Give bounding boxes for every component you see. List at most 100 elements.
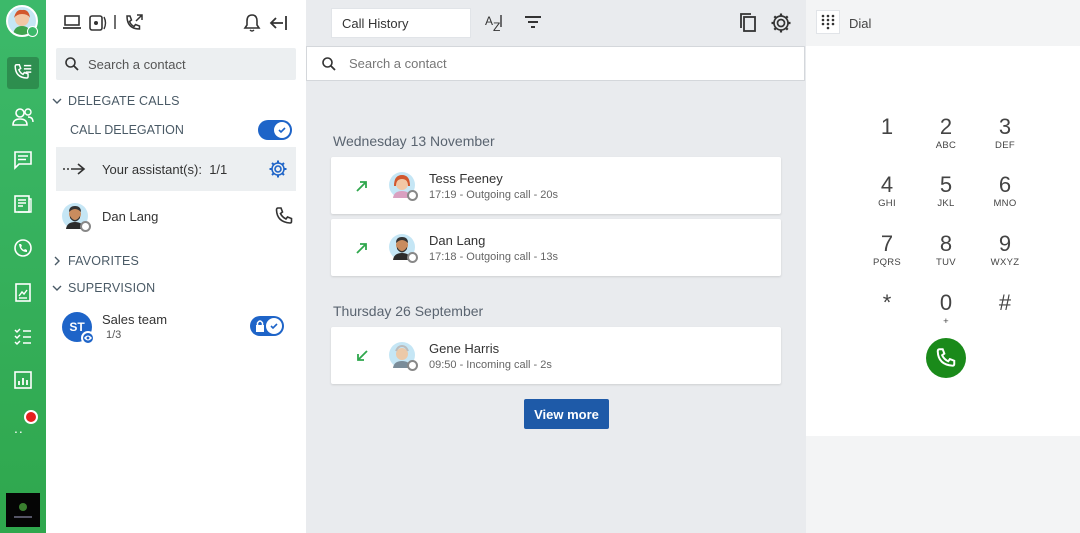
- dial-key-0[interactable]: 0 +: [921, 290, 971, 328]
- assistant-row[interactable]: Your assistant(s): 1/1: [56, 147, 296, 191]
- avatar: [389, 172, 418, 201]
- dial-key-9[interactable]: 9 WXYZ: [980, 231, 1030, 269]
- call-delegation-label: CALL DELEGATION: [70, 123, 184, 137]
- dial-key-7[interactable]: 7 PQRS: [862, 231, 912, 269]
- section-title: DELEGATE CALLS: [68, 94, 180, 108]
- supervision-section[interactable]: SUPERVISION: [52, 281, 155, 295]
- call-history-item[interactable]: Tess Feeney 17:19 - Outgoing call - 20s: [331, 157, 781, 214]
- dial-key-1[interactable]: 1: [862, 114, 912, 140]
- presence-offline-icon: [80, 221, 91, 232]
- call-button[interactable]: [926, 338, 966, 378]
- chevron-down-icon: [52, 98, 62, 104]
- dial-key-2[interactable]: 2 ABC: [921, 114, 971, 152]
- rail-chat-button[interactable]: [7, 144, 39, 176]
- copy-icon[interactable]: [738, 12, 758, 34]
- rail-phone-settings-button[interactable]: [7, 232, 39, 264]
- contact-search[interactable]: [56, 48, 296, 80]
- presence-offline-icon: [407, 252, 418, 263]
- avatar: [62, 203, 91, 232]
- phone-icon: [936, 348, 956, 367]
- rail-analytics-button[interactable]: [7, 364, 39, 396]
- dial-key-5[interactable]: 5 JKL: [921, 172, 971, 210]
- call-history-search[interactable]: [306, 46, 805, 81]
- outgoing-call-icon: [356, 243, 367, 254]
- section-title: FAVORITES: [68, 254, 140, 268]
- caller-name: Gene Harris: [429, 341, 500, 356]
- phone-settings-icon: [14, 239, 32, 257]
- dialpad-title: Dial: [849, 16, 872, 31]
- team-count: 1/3: [106, 329, 122, 341]
- view-select[interactable]: Call History: [331, 8, 471, 38]
- dial-key-6[interactable]: 6 MNO: [980, 172, 1030, 210]
- chevron-right-icon: [54, 256, 60, 266]
- section-title: SUPERVISION: [68, 281, 156, 295]
- collapse-panel-icon[interactable]: [268, 13, 290, 33]
- call-history-item[interactable]: Gene Harris 09:50 - Incoming call - 2s: [331, 327, 781, 384]
- search-input[interactable]: [88, 56, 288, 72]
- call-list-icon: [14, 64, 32, 79]
- rail-call-list-button[interactable]: [7, 57, 39, 89]
- delegate-contact-row[interactable]: Dan Lang: [62, 200, 296, 232]
- dial-key-star[interactable]: *: [862, 290, 912, 316]
- dialpad-grid-icon[interactable]: [816, 10, 840, 34]
- rail-contacts-button[interactable]: [7, 101, 39, 133]
- dial-key-3[interactable]: 3 DEF: [980, 114, 1030, 152]
- call-delegation-toggle[interactable]: [258, 120, 292, 140]
- call-contact-button[interactable]: [274, 206, 294, 226]
- view-more-button[interactable]: View more: [524, 399, 609, 429]
- outgoing-call-icon: [356, 181, 367, 192]
- left-rail: ..: [0, 0, 46, 533]
- lock-icon: [256, 320, 264, 332]
- assistant-label: Your assistant(s):: [102, 161, 202, 177]
- check-icon: [270, 323, 278, 330]
- favorites-section[interactable]: FAVORITES: [52, 254, 139, 268]
- dial-key-8[interactable]: 8 TUV: [921, 231, 971, 269]
- bell-icon[interactable]: [243, 13, 261, 33]
- check-icon: [278, 127, 286, 134]
- call-details: 09:50 - Incoming call - 2s: [429, 359, 552, 371]
- presence-offline-icon: [407, 190, 418, 201]
- dial-key-4[interactable]: 4 GHI: [862, 172, 912, 210]
- call-forward-icon[interactable]: [124, 13, 144, 33]
- dial-key-hash[interactable]: #: [980, 290, 1030, 316]
- company-logo: [6, 493, 40, 527]
- dialpad-header: Dial: [806, 0, 1080, 46]
- toolbar: Call History AZ: [306, 0, 806, 46]
- team-avatar: ST: [62, 312, 95, 345]
- avatar: [389, 342, 418, 371]
- caller-name: Tess Feeney: [429, 171, 503, 186]
- contact-name: Dan Lang: [102, 208, 159, 224]
- filter-icon[interactable]: [523, 13, 543, 31]
- call-details: 17:19 - Outgoing call - 20s: [429, 189, 559, 201]
- team-row[interactable]: ST Sales team 1/3: [62, 310, 296, 346]
- call-history-panel: Call History AZ Wednesday 13 November Te…: [306, 0, 806, 533]
- supervision-toggle[interactable]: [250, 316, 284, 336]
- svg-text:Z: Z: [493, 20, 500, 34]
- dialpad: 1 2 ABC 3 DEF 4 GHI 5 JKL 6 MNO 7 PQRS 8 TUV 9W…: [806, 46, 1080, 436]
- assistant-settings-button[interactable]: [268, 159, 288, 179]
- caller-name: Dan Lang: [429, 233, 486, 248]
- svg-text:A: A: [485, 14, 493, 28]
- gear-icon: [269, 160, 287, 178]
- device-phone-icon[interactable]: [88, 13, 108, 33]
- rail-reports-button[interactable]: [7, 276, 39, 308]
- search-icon: [65, 57, 79, 71]
- contacts-icon: [12, 108, 34, 126]
- phone-icon: [275, 207, 293, 224]
- call-history-item[interactable]: Dan Lang 17:18 - Outgoing call - 13s: [331, 219, 781, 276]
- search-input[interactable]: [349, 56, 749, 71]
- delegate-calls-section[interactable]: DELEGATE CALLS: [52, 94, 180, 108]
- available-status-icon: [27, 26, 38, 37]
- sort-az-icon[interactable]: AZ: [484, 12, 506, 34]
- rail-tasks-button[interactable]: [7, 320, 39, 352]
- left-panel: DELEGATE CALLS CALL DELEGATION Your assi…: [46, 0, 306, 533]
- arrow-right-icon: [63, 163, 86, 175]
- chat-icon: [14, 151, 32, 170]
- settings-icon[interactable]: [770, 12, 792, 34]
- rail-directory-button[interactable]: [7, 188, 39, 220]
- laptop-icon[interactable]: [62, 13, 82, 31]
- avatar: [389, 234, 418, 263]
- more-menu[interactable]: ..: [14, 420, 24, 436]
- eye-icon: [81, 331, 95, 345]
- search-icon: [322, 56, 336, 71]
